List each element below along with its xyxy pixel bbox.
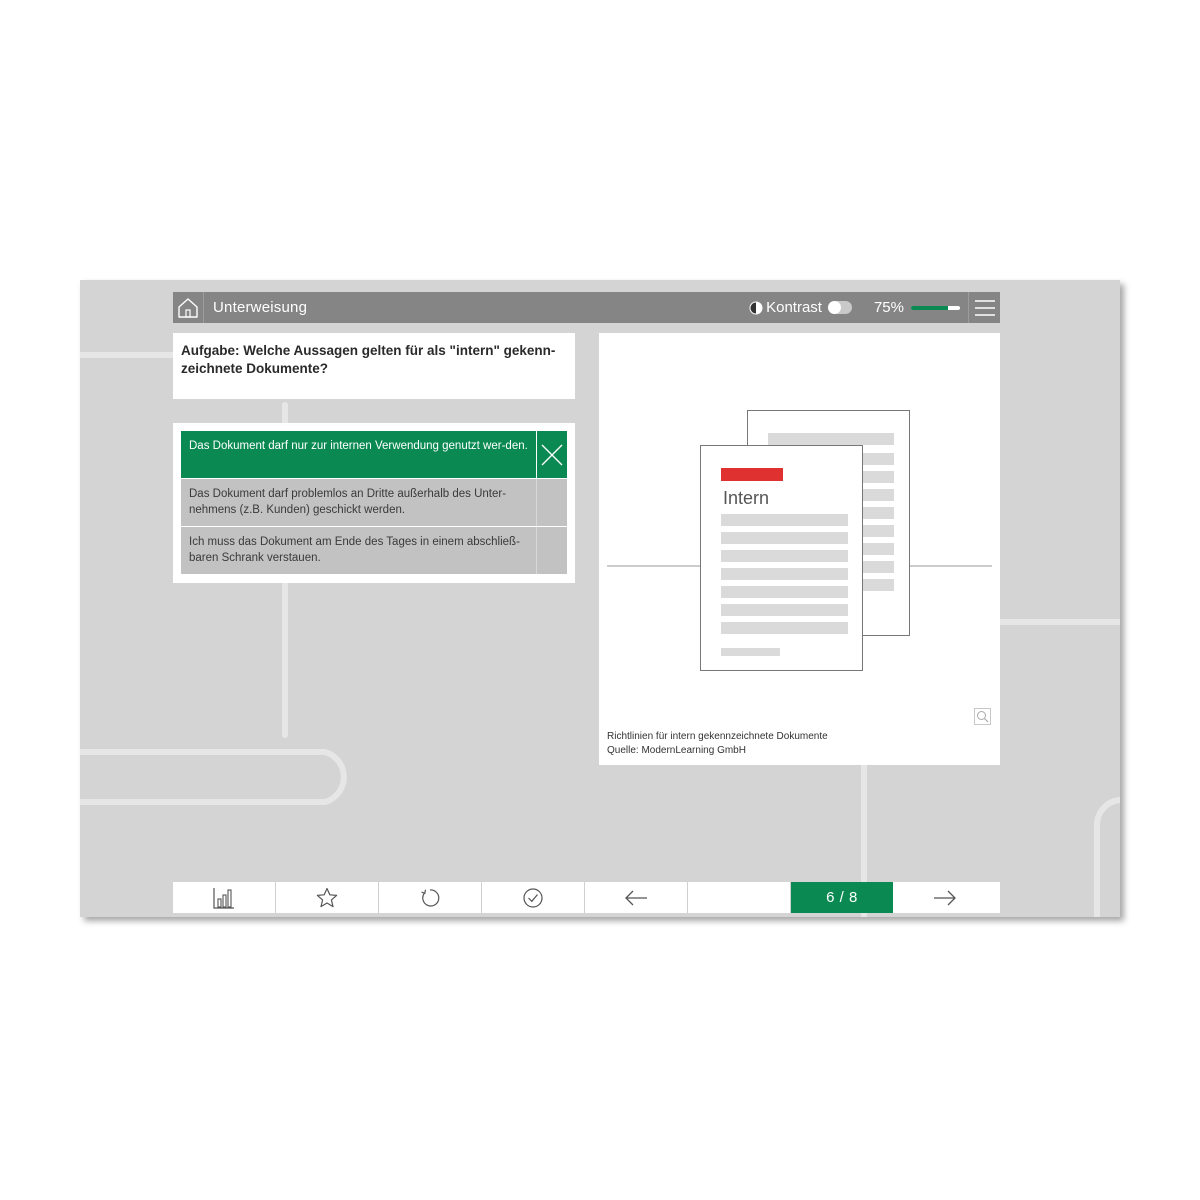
progress-label: 75% <box>873 299 904 316</box>
progress-indicator: 75% <box>874 299 960 316</box>
zoom-icon <box>977 711 989 723</box>
previous-button[interactable] <box>585 882 688 913</box>
contrast-switch-knob <box>827 301 841 314</box>
next-button[interactable] <box>893 882 997 913</box>
answer-option-2[interactable]: Das Dokument darf problemlos an Dritte a… <box>181 479 567 526</box>
bar-chart-icon <box>213 887 234 909</box>
answer-option-3[interactable]: Ich muss das Dokument am Ende des Tages … <box>181 527 567 574</box>
menu-button[interactable] <box>968 292 1000 323</box>
document-illustration: Intern <box>607 410 992 671</box>
contrast-switch[interactable] <box>827 301 852 314</box>
arrow-left-icon <box>625 890 647 905</box>
image-caption: Richtlinien für intern gekennzeichnete D… <box>607 730 828 758</box>
home-button[interactable] <box>173 292 204 323</box>
caption-source: Quelle: ModernLearning GmbH <box>607 745 746 756</box>
arrow-right-icon <box>934 890 956 905</box>
contrast-icon <box>749 301 763 314</box>
app-title: Unterweisung <box>213 299 308 316</box>
home-icon <box>178 297 198 318</box>
zoom-button[interactable] <box>974 708 991 725</box>
app-window: Unterweisung Kontrast 75% Aufgabe: Welch… <box>80 280 1120 917</box>
caption-title: Richtlinien für intern gekennzeichnete D… <box>607 731 828 742</box>
statistics-button[interactable] <box>173 882 276 913</box>
document-label: Intern <box>723 488 769 508</box>
checked-x-icon <box>541 444 563 465</box>
media-panel: Intern Richtlinien für intern gekennzeic… <box>599 333 1000 765</box>
answer-text: Das Dokument darf problemlos an Dritte a… <box>189 488 507 516</box>
bottom-toolbar: 6 / 8 <box>173 882 1000 913</box>
question-text: Aufgabe: Welche Aussagen gelten für als … <box>181 343 556 376</box>
contrast-label: Kontrast <box>766 299 822 316</box>
star-icon <box>316 887 338 907</box>
intern-stamp <box>721 468 783 481</box>
progress-bar <box>911 305 960 310</box>
refresh-icon <box>421 888 440 907</box>
hamburger-menu-icon <box>974 299 995 316</box>
top-bar: Unterweisung Kontrast 75% <box>173 292 1000 323</box>
answer-checkbox[interactable] <box>536 479 567 526</box>
check-circle-icon <box>523 887 543 908</box>
contrast-toggle[interactable]: Kontrast <box>749 299 852 316</box>
question-card: Aufgabe: Welche Aussagen gelten für als … <box>173 333 575 399</box>
check-answer-button[interactable] <box>482 882 585 913</box>
bookmark-button[interactable] <box>276 882 379 913</box>
page-indicator: 6 / 8 <box>791 882 893 913</box>
answer-checkbox[interactable] <box>536 527 567 574</box>
answer-option-1[interactable]: Das Dokument darf nur zur internen Verwe… <box>181 431 567 478</box>
answer-checkbox[interactable] <box>536 431 567 478</box>
answer-text: Das Dokument darf nur zur internen Verwe… <box>189 440 528 452</box>
toolbar-spacer <box>688 882 791 913</box>
answer-text: Ich muss das Dokument am Ende des Tages … <box>189 536 520 564</box>
answer-list: Das Dokument darf nur zur internen Verwe… <box>173 423 575 583</box>
reset-button[interactable] <box>379 882 482 913</box>
progress-bar-fill <box>911 305 948 310</box>
